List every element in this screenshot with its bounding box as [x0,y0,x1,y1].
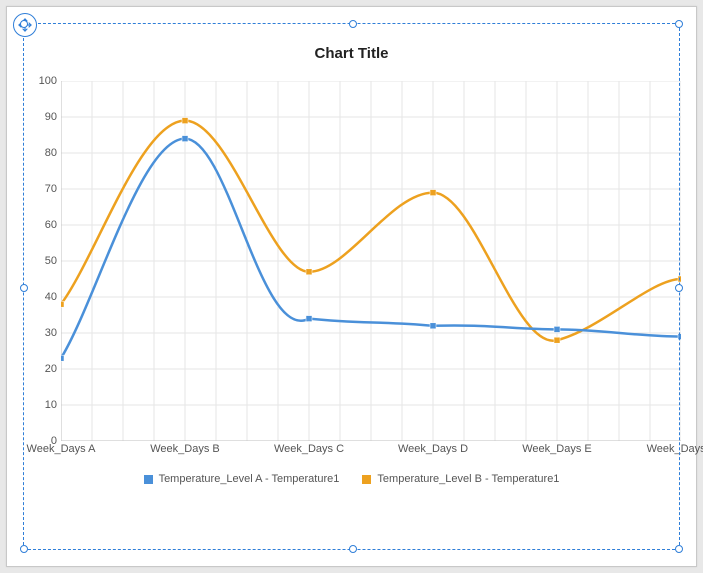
y-tick: 30 [27,327,57,339]
plot-area [61,81,681,441]
resize-handle-tl[interactable] [20,20,28,28]
resize-handle-bc[interactable] [349,545,357,553]
legend-label-a: Temperature_Level A - Temperature1 [159,473,340,485]
resize-handle-tc[interactable] [349,20,357,28]
legend-swatch-a [144,475,153,484]
y-tick: 10 [27,399,57,411]
y-tick: 40 [27,291,57,303]
y-tick: 80 [27,147,57,159]
x-tick: Week_Days D [398,443,468,455]
y-tick: 100 [27,75,57,87]
x-tick: Week_Days F [647,443,703,455]
legend-item-b: Temperature_Level B - Temperature1 [362,473,559,485]
chart-container[interactable]: Chart Title [6,6,697,567]
x-tick: Week_Days E [522,443,592,455]
resize-handle-bl[interactable] [20,545,28,553]
chart-title: Chart Title [7,45,696,62]
y-tick: 90 [27,111,57,123]
x-tick: Week_Days C [274,443,344,455]
move-handle-icon[interactable] [13,13,37,37]
legend-swatch-b [362,475,371,484]
legend-item-a: Temperature_Level A - Temperature1 [144,473,340,485]
x-tick: Week_Days B [150,443,220,455]
y-tick: 50 [27,255,57,267]
resize-handle-tr[interactable] [675,20,683,28]
y-tick: 20 [27,363,57,375]
resize-handle-br[interactable] [675,545,683,553]
x-tick: Week_Days A [27,443,96,455]
y-axis-ticks: 0 10 20 30 40 50 60 70 80 90 100 [27,81,57,441]
x-axis-ticks: Week_Days A Week_Days B Week_Days C Week… [61,443,681,463]
legend-label-b: Temperature_Level B - Temperature1 [377,473,559,485]
y-tick: 60 [27,219,57,231]
legend: Temperature_Level A - Temperature1 Tempe… [7,473,696,487]
y-tick: 70 [27,183,57,195]
